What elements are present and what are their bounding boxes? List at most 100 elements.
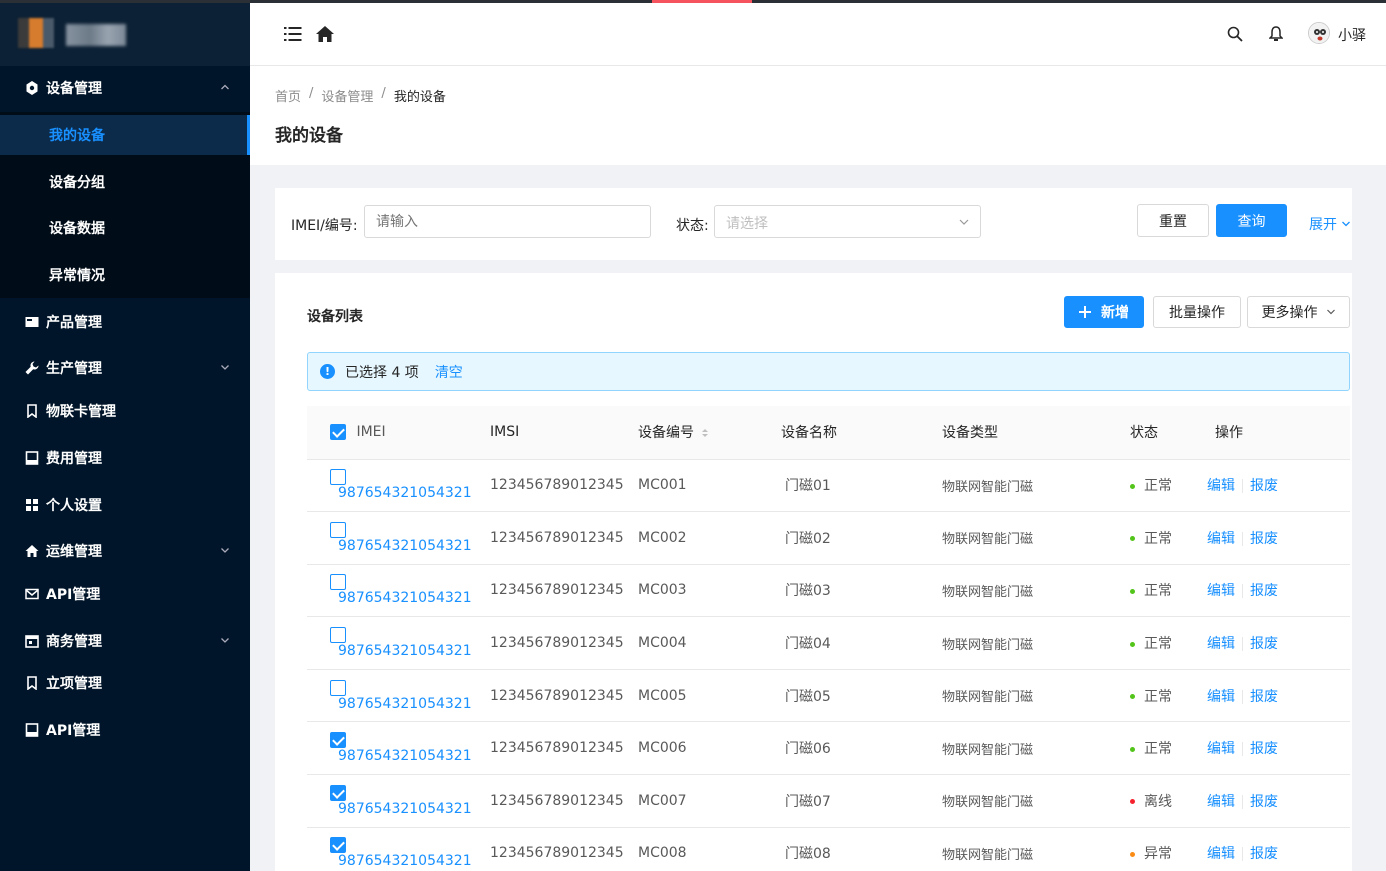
imei-input[interactable] (364, 205, 651, 238)
select-all-checkbox[interactable] (330, 424, 346, 441)
scrap-link[interactable]: 报废 (1250, 636, 1278, 652)
scrap-link[interactable]: 报废 (1250, 794, 1278, 810)
sidebar-item-api-management-2[interactable]: API管理 (0, 710, 250, 750)
scrap-link[interactable]: 报废 (1250, 846, 1278, 862)
edit-link[interactable]: 编辑 (1207, 636, 1235, 652)
row-checkbox[interactable] (330, 469, 346, 486)
home-icon[interactable] (314, 23, 336, 45)
status-text: 离线 (1144, 793, 1172, 810)
sidebar-item-api-management[interactable]: API管理 (0, 574, 250, 614)
sidebar-item-device-management[interactable]: 设备管理 (0, 68, 250, 108)
imei-link[interactable]: 987654321054321 (338, 485, 472, 501)
cell-device-name: 门磁01 (781, 459, 942, 513)
row-checkbox[interactable] (330, 627, 346, 644)
sidebar-subitem-label: 设备分组 (49, 175, 105, 191)
scrap-link[interactable]: 报废 (1250, 741, 1278, 757)
edit-link[interactable]: 编辑 (1207, 689, 1235, 705)
filter-card: IMEI/编号: 状态: 请选择 重置 查询 展开 (275, 188, 1352, 260)
imei-link[interactable]: 987654321054321 (338, 643, 472, 659)
expand-label: 展开 (1309, 217, 1337, 233)
cell-status: 离线 (1130, 774, 1215, 828)
sidebar-subitem-exceptions[interactable]: 异常情况 (0, 255, 250, 295)
batch-operations-button[interactable]: 批量操作 (1153, 296, 1241, 328)
query-button[interactable]: 查询 (1216, 204, 1287, 237)
row-checkbox[interactable] (330, 679, 346, 696)
status-dot (1130, 799, 1135, 805)
sidebar-item-project-management[interactable]: 立项管理 (0, 663, 250, 703)
page-title: 我的设备 (275, 126, 343, 146)
scrap-link[interactable]: 报废 (1250, 531, 1278, 547)
sidebar-subitem-my-devices[interactable]: 我的设备 (0, 115, 250, 155)
action-divider (1242, 637, 1243, 652)
cell-actions: 编辑 报废 (1207, 564, 1350, 618)
cell-imsi: 123456789012345 (490, 827, 638, 871)
scrap-link[interactable]: 报废 (1250, 583, 1278, 599)
edit-link[interactable]: 编辑 (1207, 531, 1235, 547)
row-checkbox[interactable] (330, 837, 346, 854)
edit-link[interactable]: 编辑 (1207, 741, 1235, 757)
edit-link[interactable]: 编辑 (1207, 794, 1235, 810)
column-header-device-code[interactable]: 设备编号 (638, 406, 781, 460)
more-operations-button[interactable]: 更多操作 (1247, 296, 1350, 328)
username[interactable]: 小驿 (1338, 25, 1366, 45)
reset-button[interactable]: 重置 (1137, 204, 1209, 237)
edit-link[interactable]: 编辑 (1207, 846, 1235, 862)
column-header-label: 设备编号 (638, 425, 694, 442)
device-list-card: 设备列表 新增 批量操作 更多操作 ! 已选择 4 项 清空 IMEI IMSI… (275, 273, 1352, 871)
sidebar-item-billing-management[interactable]: 费用管理 (0, 438, 250, 478)
avatar[interactable] (1308, 22, 1330, 44)
sidebar-subitem-label: 我的设备 (49, 128, 105, 144)
row-checkbox[interactable] (330, 574, 346, 591)
cell-imsi: 123456789012345 (490, 669, 638, 723)
chevron-down-icon (221, 548, 229, 553)
sidebar-item-product-management[interactable]: 产品管理 (0, 302, 250, 342)
breadcrumb-item-device-management[interactable]: 设备管理 (321, 86, 373, 105)
imei-link[interactable]: 987654321054321 (338, 590, 472, 606)
sidebar: 设备管理 我的设备 设备分组 设备数据 异常情况 产品管理 生产管理 物联卡管理 (0, 0, 250, 871)
imei-link[interactable]: 987654321054321 (338, 696, 472, 712)
edit-link[interactable]: 编辑 (1207, 583, 1235, 599)
settings-icon (24, 80, 40, 96)
table-header-row: IMEI IMSI 设备编号 设备名称 设备类型 状态 操作 (307, 406, 1350, 460)
sort-icon[interactable] (701, 428, 709, 438)
breadcrumb-item-home[interactable]: 首页 (275, 86, 301, 105)
status-text: 正常 (1144, 583, 1172, 600)
sidebar-item-label: 费用管理 (46, 451, 102, 467)
imei-link[interactable]: 987654321054321 (338, 748, 472, 764)
clear-selection-link[interactable]: 清空 (435, 362, 463, 382)
sidebar-subitem-device-data[interactable]: 设备数据 (0, 208, 250, 248)
cell-device-code: MC004 (638, 616, 781, 670)
imei-link[interactable]: 987654321054321 (338, 853, 472, 869)
edit-link[interactable]: 编辑 (1207, 478, 1235, 494)
cell-actions: 编辑 报废 (1207, 721, 1350, 776)
sidebar-item-personal-settings[interactable]: 个人设置 (0, 485, 250, 525)
table-row: 987654321054321 123456789012345 MC006 门磁… (307, 721, 1350, 776)
imei-link[interactable]: 987654321054321 (338, 801, 472, 817)
row-checkbox[interactable] (330, 732, 346, 749)
selection-count-text: 已选择 4 项 (345, 364, 419, 381)
expand-link[interactable]: 展开 (1309, 214, 1351, 234)
sidebar-subitem-device-groups[interactable]: 设备分组 (0, 162, 250, 202)
scrap-link[interactable]: 报废 (1250, 478, 1278, 494)
search-icon[interactable] (1224, 23, 1246, 45)
sidebar-item-ops-management[interactable]: 运维管理 (0, 531, 250, 571)
sidebar-item-label: API管理 (46, 587, 101, 603)
add-button[interactable]: 新增 (1064, 296, 1144, 328)
row-checkbox[interactable] (330, 784, 346, 801)
sidebar-item-iot-card-management[interactable]: 物联卡管理 (0, 391, 250, 431)
sidebar-subitem-label: 异常情况 (49, 268, 105, 284)
menu-toggle-icon[interactable] (282, 23, 304, 45)
breadcrumb-separator: / (381, 86, 386, 101)
scrap-link[interactable]: 报废 (1250, 689, 1278, 705)
sidebar-item-label: 个人设置 (46, 498, 102, 514)
sidebar-item-business-management[interactable]: 商务管理 (0, 621, 250, 661)
calendar-icon (24, 633, 40, 649)
add-button-label: 新增 (1101, 305, 1129, 321)
sidebar-item-production-management[interactable]: 生产管理 (0, 348, 250, 388)
row-checkbox[interactable] (330, 521, 346, 538)
cell-actions: 编辑 报废 (1207, 669, 1350, 723)
imei-link[interactable]: 987654321054321 (338, 538, 472, 554)
sidebar-item-label: API管理 (46, 723, 101, 739)
bell-icon[interactable] (1265, 23, 1287, 45)
status-select[interactable]: 请选择 (714, 205, 981, 238)
